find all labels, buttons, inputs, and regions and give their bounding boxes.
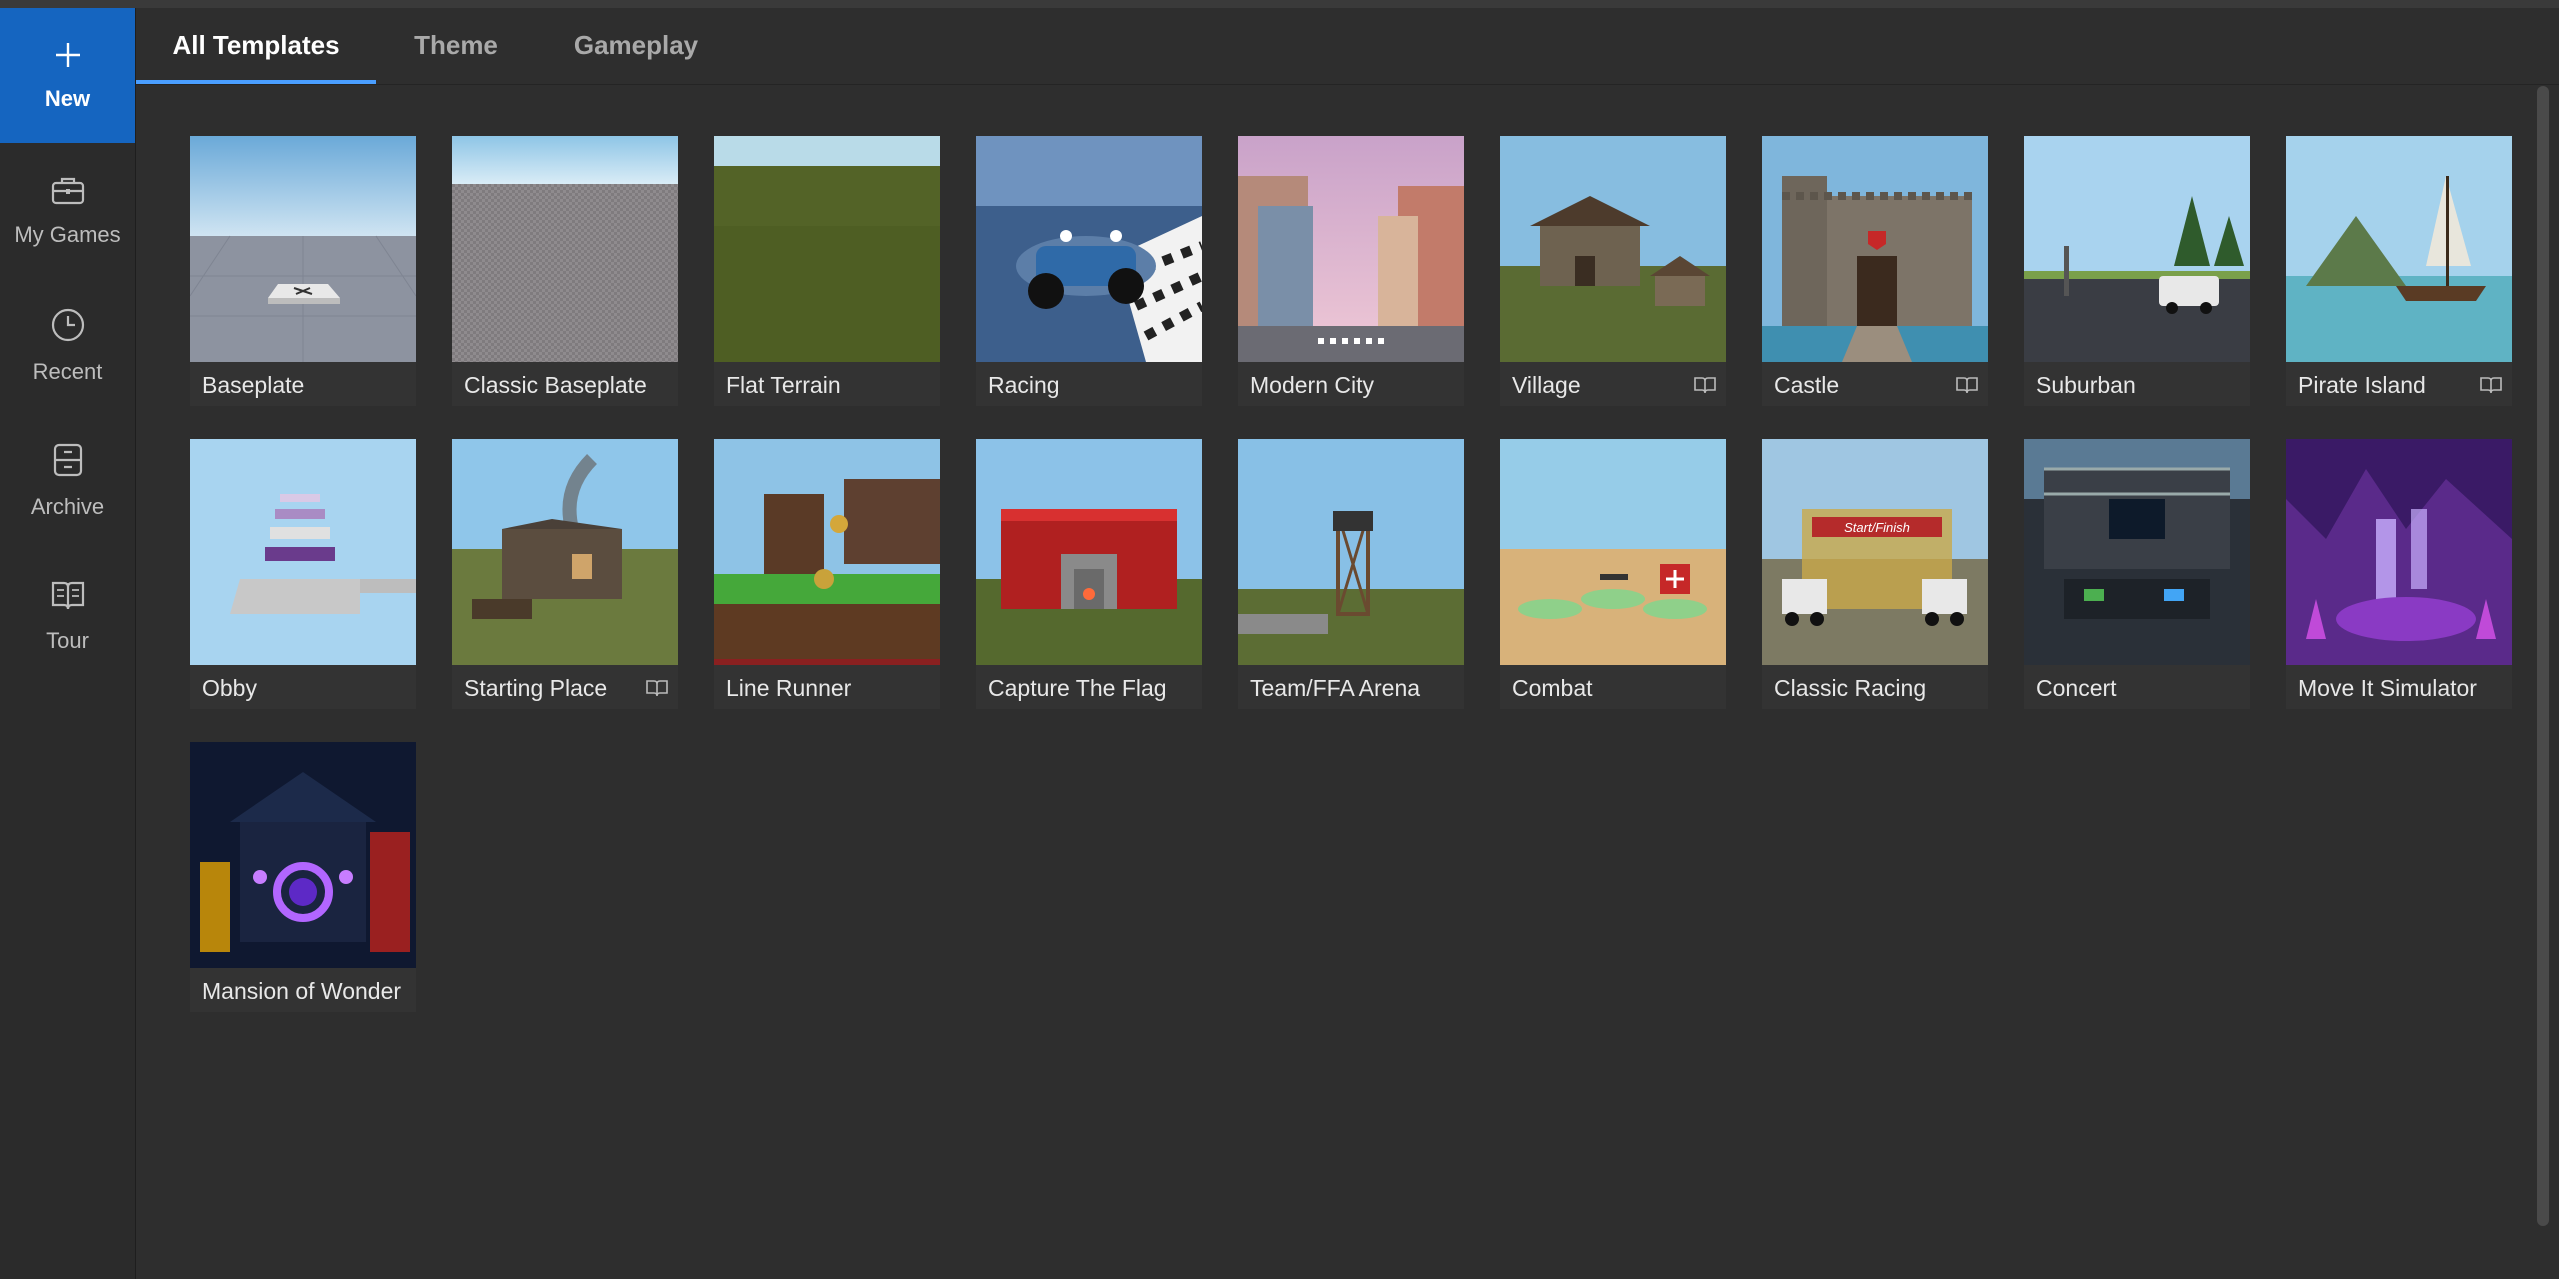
tab-gameplay[interactable]: Gameplay (536, 8, 736, 82)
clock-icon (50, 307, 86, 349)
template-name: Baseplate (202, 372, 305, 398)
window-top-strip (0, 0, 2559, 8)
template-thumbnail (1238, 439, 1464, 665)
sidebar-item-tour[interactable]: Tour (0, 548, 135, 683)
template-thumbnail (2024, 136, 2250, 362)
template-name: Line Runner (726, 675, 852, 701)
sidebar-item-archive[interactable]: Archive (0, 413, 135, 548)
template-card-line-runner[interactable]: Line Runner (714, 439, 940, 709)
template-card-combat[interactable]: Combat (1500, 439, 1726, 709)
template-name: Suburban (2036, 372, 2136, 398)
template-card-classic-racing[interactable]: Start/Finish Classic Racing (1762, 439, 1988, 709)
template-name: Obby (202, 675, 257, 701)
template-name: Team/FFA Arena (1250, 675, 1421, 701)
template-name: Classic Racing (1774, 675, 1927, 701)
template-card-castle[interactable]: Castle (1762, 136, 1988, 406)
template-name: Racing (988, 372, 1060, 398)
sidebar-item-label: New (44, 85, 91, 111)
template-name: Flat Terrain (726, 372, 841, 398)
template-thumbnail (190, 439, 416, 665)
sidebar-item-label: Archive (30, 493, 105, 519)
template-card-modern-city[interactable]: Modern City (1238, 136, 1464, 406)
tutorial-book-icon (1956, 376, 1978, 399)
template-card-obby[interactable]: Obby (190, 439, 416, 709)
template-card-flat-terrain[interactable]: Flat Terrain (714, 136, 940, 406)
template-name: Capture The Flag (988, 675, 1167, 701)
sidebar-item-recent[interactable]: Recent (0, 278, 135, 413)
tab-bar: All Templates Theme Gameplay (136, 8, 2559, 85)
tutorial-book-icon (1694, 376, 1716, 399)
template-card-baseplate[interactable]: Baseplate (190, 136, 416, 406)
template-name: Castle (1774, 372, 1840, 398)
template-name: Pirate Island (2298, 372, 2426, 398)
scrollbar-thumb[interactable] (2537, 86, 2549, 1226)
tab-all-templates[interactable]: All Templates (136, 8, 376, 84)
template-card-starting-place[interactable]: Starting Place (452, 439, 678, 709)
template-thumbnail (190, 136, 416, 362)
tab-theme[interactable]: Theme (376, 8, 536, 82)
template-thumbnail (1500, 439, 1726, 665)
archive-icon (52, 442, 84, 484)
template-thumbnail (2286, 439, 2512, 665)
template-card-concert[interactable]: Concert (2024, 439, 2250, 709)
tab-label: Gameplay (573, 30, 699, 60)
briefcase-icon (50, 174, 86, 212)
template-card-move-it-simulator[interactable]: Move It Simulator (2286, 439, 2512, 709)
tutorial-book-icon (2480, 376, 2502, 399)
scrollbar[interactable] (2535, 84, 2553, 1279)
book-icon (50, 578, 86, 618)
template-name: Starting Place (464, 675, 608, 701)
template-thumbnail: Start/Finish (1762, 439, 1988, 665)
template-card-village[interactable]: Village (1500, 136, 1726, 406)
template-name: Concert (2036, 675, 2117, 701)
tab-label: All Templates (172, 30, 340, 60)
template-card-capture-the-flag[interactable]: Capture The Flag (976, 439, 1202, 709)
template-card-classic-baseplate[interactable]: Classic Baseplate (452, 136, 678, 406)
template-card-suburban[interactable]: Suburban (2024, 136, 2250, 406)
tab-label: Theme (414, 30, 498, 60)
template-thumbnail (452, 439, 678, 665)
template-thumbnail (1500, 136, 1726, 362)
template-thumbnail (1238, 136, 1464, 362)
template-thumbnail (452, 136, 678, 362)
template-name: Classic Baseplate (464, 372, 647, 398)
template-thumbnail (976, 136, 1202, 362)
sidebar-item-new[interactable]: New (0, 8, 135, 143)
plus-icon (53, 40, 83, 76)
template-name: Modern City (1250, 372, 1374, 398)
template-card-racing[interactable]: Racing (976, 136, 1202, 406)
template-thumbnail (2024, 439, 2250, 665)
template-card-pirate-island[interactable]: Pirate Island (2286, 136, 2512, 406)
template-card-mansion-of-wonder[interactable]: Mansion of Wonder (190, 742, 416, 1012)
template-name: Mansion of Wonder (202, 978, 402, 1004)
template-thumbnail (1762, 136, 1988, 362)
sidebar-item-label: Recent (32, 358, 103, 384)
sidebar-item-my-games[interactable]: My Games (0, 143, 135, 278)
template-thumbnail (714, 439, 940, 665)
template-thumbnail (2286, 136, 2512, 362)
template-name: Village (1512, 372, 1581, 398)
sidebar-item-label: Tour (46, 627, 89, 653)
template-name: Move It Simulator (2298, 675, 2477, 701)
template-name: Combat (1512, 675, 1593, 701)
template-thumbnail (714, 136, 940, 362)
sidebar: New My Games Recent Archive Tour (0, 8, 136, 1279)
template-card-team-ffa-arena[interactable]: Team/FFA Arena (1238, 439, 1464, 709)
classic-racing-banner-text: Start/Finish (1844, 520, 1910, 535)
template-thumbnail (190, 742, 416, 968)
tutorial-book-icon (646, 679, 668, 702)
sidebar-item-label: My Games (14, 221, 121, 247)
template-thumbnail (976, 439, 1202, 665)
